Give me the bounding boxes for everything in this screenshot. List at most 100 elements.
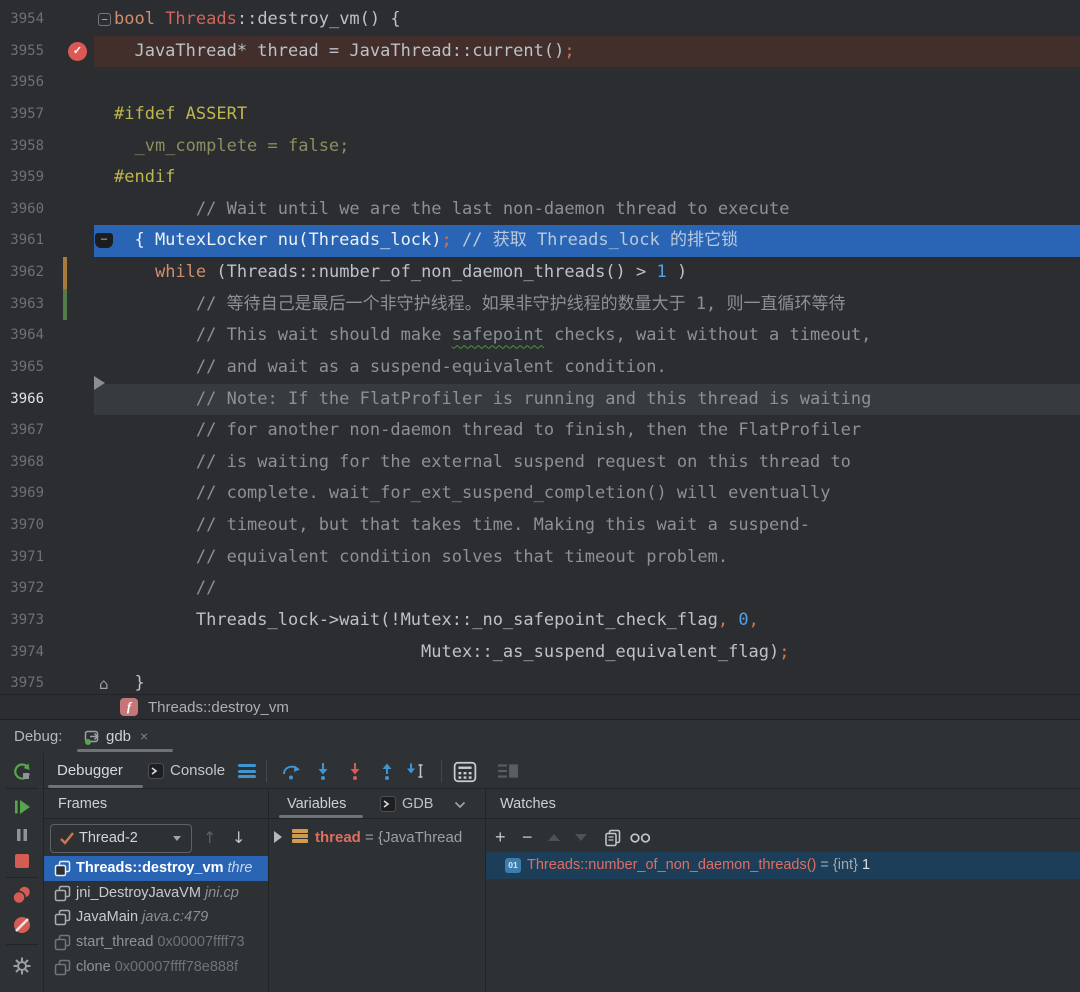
next-frame-button[interactable]: ↓	[232, 827, 245, 849]
move-up-icon[interactable]	[548, 834, 560, 841]
code-text: _vm_complete = false;	[114, 135, 350, 156]
tab-console[interactable]: Console	[170, 753, 225, 788]
frame-row[interactable]: clone 0x00007ffff78e888f	[44, 955, 268, 980]
watch-row[interactable]: 01 Threads::number_of_non_daemon_threads…	[485, 852, 1080, 879]
line-number: 3965	[10, 358, 44, 375]
code-text: // Wait until we are the last non-daemon…	[114, 198, 790, 219]
duplicate-watch-icon[interactable]	[604, 829, 622, 847]
code-text: bool Threads::destroy_vm() {	[114, 9, 401, 29]
mute-breakpoints-icon[interactable]	[12, 915, 32, 935]
previous-frame-button[interactable]: ↑	[203, 827, 216, 849]
code-line-3969[interactable]: 3969 // complete. wait_for_ext_suspend_c…	[0, 478, 1080, 510]
code-text: // equivalent condition solves that time…	[114, 546, 729, 567]
code-line-3967[interactable]: 3967 // for another non-daemon thread to…	[0, 415, 1080, 447]
frame-row[interactable]: start_thread 0x00007ffff73	[44, 930, 268, 955]
line-number: 3957	[10, 105, 44, 122]
thread-selector[interactable]: Thread-2	[50, 824, 192, 853]
divider	[6, 877, 38, 878]
step-out-icon[interactable]	[377, 761, 397, 781]
code-line-3965[interactable]: 3965 // and wait as a suspend-equivalent…	[0, 352, 1080, 384]
show-watches-glasses-icon[interactable]	[630, 832, 652, 844]
layout-settings-icon[interactable]	[497, 761, 519, 781]
line-number: 3962	[10, 264, 44, 280]
stack-frame-icon	[54, 959, 71, 975]
run-to-cursor-icon[interactable]	[406, 761, 426, 781]
console-icon	[148, 763, 164, 779]
code-editor[interactable]: 3954− bool Threads::destroy_vm() {3955 ✓ J…	[0, 0, 1080, 694]
line-number: 3967	[10, 422, 44, 439]
expand-arrow-icon[interactable]	[274, 831, 282, 843]
code-line-3954[interactable]: 3954 − bool Threads::destroy_vm() {	[0, 4, 1080, 36]
step-over-icon[interactable]	[281, 761, 301, 781]
line-number: 3960	[10, 200, 44, 217]
evaluate-expression-icon[interactable]	[453, 761, 477, 783]
variable-value: {JavaThread	[377, 829, 463, 846]
thread-checkmark-icon	[60, 832, 74, 845]
fold-dark-icon[interactable]: −	[95, 233, 113, 249]
code-line-3956[interactable]: 3956	[0, 67, 1080, 99]
remove-watch-button[interactable]: −	[522, 824, 533, 850]
panel-divider[interactable]	[485, 789, 486, 992]
resume-program-icon[interactable]	[12, 797, 32, 817]
line-number: 3975	[10, 675, 44, 692]
line-highlight	[94, 573, 1080, 605]
divider	[6, 944, 38, 945]
fold-minus-icon[interactable]: −	[98, 13, 111, 26]
watch-expression: Threads::number_of_non_daemon_threads()	[527, 857, 817, 873]
code-line-3966[interactable]: 3966 // Note: If the FlatProfiler is run…	[0, 375, 1080, 416]
breadcrumb-function-name[interactable]: Threads::destroy_vm	[148, 695, 289, 720]
breakpoint-icon[interactable]: ✓	[68, 41, 87, 61]
line-number: 3966	[10, 390, 44, 407]
view-breakpoints-icon[interactable]	[12, 884, 32, 906]
code-line-3970[interactable]: 3970 // timeout, but that takes time. Ma…	[0, 510, 1080, 542]
code-line-3962[interactable]: 3962 while (Threads::number_of_non_daemo…	[0, 257, 1080, 289]
watch-text: Threads::number_of_non_daemon_threads() …	[527, 852, 870, 879]
frame-row[interactable]: JavaMain java.c:479	[44, 905, 268, 930]
step-into-icon[interactable]	[313, 761, 333, 781]
code-line-3961[interactable]: 3961 − { MutexLocker nu(Threads_lock); //…	[0, 225, 1080, 257]
exec-arrow-icon	[94, 375, 105, 390]
move-down-icon[interactable]	[575, 834, 587, 841]
code-line-3955[interactable]: 3955 ✓ JavaThread* thread = JavaThread::c…	[0, 35, 1080, 68]
run-config-icon	[84, 730, 99, 745]
stop-program-icon[interactable]	[12, 851, 32, 871]
code-line-3958[interactable]: 3958 _vm_complete = false;	[0, 131, 1080, 163]
code-line-3964[interactable]: 3964 // This wait should make safepoint …	[0, 320, 1080, 352]
code-line-3973[interactable]: 3973 Threads_lock->wait(!Mutex::_no_safe…	[0, 605, 1080, 637]
frame-row[interactable]: jni_DestroyJavaVM jni.cp	[44, 881, 268, 906]
frame-row[interactable]: Threads::destroy_vm thre	[44, 856, 268, 881]
panel-divider[interactable]	[268, 789, 269, 992]
code-text: Mutex::_as_suspend_equivalent_flag);	[114, 641, 790, 662]
rerun-debug-icon[interactable]	[12, 762, 32, 782]
code-line-3968[interactable]: 3968 // is waiting for the external susp…	[0, 447, 1080, 479]
code-line-3974[interactable]: 3974 Mutex::_as_suspend_equivalent_flag)…	[0, 637, 1080, 669]
tab-debugger[interactable]: Debugger	[57, 753, 123, 788]
code-line-3971[interactable]: 3971 // equivalent condition solves that…	[0, 542, 1080, 574]
code-text: //	[114, 578, 217, 599]
pause-program-icon[interactable]	[12, 825, 32, 845]
divider	[441, 760, 442, 782]
watch-expression-icon: 01	[505, 858, 521, 873]
line-number: 3959	[10, 169, 44, 186]
debugger-toolbar: Debugger Console	[0, 753, 1080, 789]
code-line-3959[interactable]: 3959 #endif	[0, 162, 1080, 194]
force-step-into-icon[interactable]	[345, 761, 365, 781]
variable-row[interactable]: thread = {JavaThread	[268, 824, 485, 851]
add-watch-button[interactable]: +	[495, 824, 506, 850]
home-icon: ⌂	[99, 675, 109, 694]
stack-frame-icon	[54, 860, 71, 877]
code-text: #ifdef ASSERT	[114, 103, 248, 124]
code-line-3960[interactable]: 3960 // Wait until we are the last non-d…	[0, 194, 1080, 226]
code-line-3963[interactable]: 3963 // 等待自己是最后一个非守护线程。如果非守护线程的数量大于 1, 则…	[0, 288, 1080, 321]
stack-frame-icon	[54, 934, 71, 951]
tab-gdb-output[interactable]: GDB	[402, 789, 433, 819]
code-text: // timeout, but that takes time. Making …	[114, 515, 810, 535]
settings-gear-icon[interactable]	[12, 956, 32, 976]
code-line-3957[interactable]: 3957 #ifdef ASSERT	[0, 99, 1080, 131]
code-line-3972[interactable]: 3972 //	[0, 573, 1080, 605]
code-text: Threads_lock->wait(!Mutex::_no_safepoint…	[114, 609, 759, 630]
view-options-icon[interactable]	[238, 764, 256, 781]
code-line-3975[interactable]: 3975 ⌂ }	[0, 668, 1080, 694]
code-text: // This wait should make safepoint check…	[114, 325, 872, 346]
chevron-down-icon[interactable]	[454, 801, 466, 809]
